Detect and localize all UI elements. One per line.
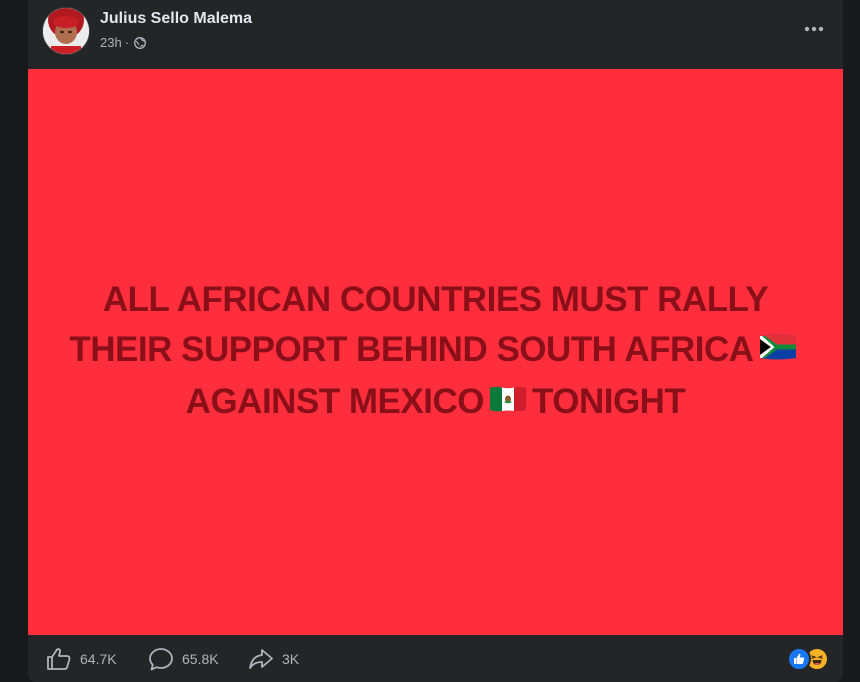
post-meta: 23h · xyxy=(100,35,146,50)
globe-icon[interactable] xyxy=(134,36,146,49)
comment-count: 65.8K xyxy=(182,651,219,667)
south-africa-flag-icon xyxy=(759,324,796,374)
post-footer: 64.7K 65.8K 3K xyxy=(28,635,843,682)
banner-line-2: THEIR SUPPORT BEHIND SOUTH AFRICA xyxy=(56,325,816,377)
banner-line-3-end: TONIGHT xyxy=(531,382,686,421)
like-button[interactable]: 64.7K xyxy=(46,647,117,671)
post-header: Julius Sello Malema 23h · xyxy=(28,0,843,69)
meta-separator: · xyxy=(124,35,130,50)
comment-button[interactable]: 65.8K xyxy=(148,647,219,671)
post-time[interactable]: 23h xyxy=(100,35,122,50)
reaction-summary[interactable] xyxy=(787,647,829,671)
avatar[interactable] xyxy=(42,7,90,55)
mexico-flag-icon xyxy=(489,376,526,426)
more-options-icon[interactable] xyxy=(799,14,829,44)
share-count: 3K xyxy=(282,651,300,667)
post-card: Julius Sello Malema 23h · ALL AFRICAN CO… xyxy=(28,0,843,682)
like-icon xyxy=(46,647,72,671)
banner-line-2-text: THEIR SUPPORT BEHIND SOUTH AFRICA xyxy=(69,330,754,370)
comment-icon xyxy=(148,647,174,671)
share-icon xyxy=(248,647,274,671)
banner-line-1: ALL AFRICAN COUNTRIES MUST RALLY xyxy=(102,280,769,320)
post-banner[interactable]: ALL AFRICAN COUNTRIES MUST RALLY THEIR S… xyxy=(28,69,843,635)
banner-line-3: AGAINST MEXICO TONIGHT xyxy=(56,377,816,429)
like-reaction-icon xyxy=(787,647,811,671)
share-button[interactable]: 3K xyxy=(248,647,299,671)
author-name[interactable]: Julius Sello Malema xyxy=(100,10,252,28)
like-count: 64.7K xyxy=(80,651,117,667)
banner-line-3-start: AGAINST MEXICO xyxy=(185,382,485,421)
banner-text: ALL AFRICAN COUNTRIES MUST RALLY THEIR S… xyxy=(56,275,816,429)
